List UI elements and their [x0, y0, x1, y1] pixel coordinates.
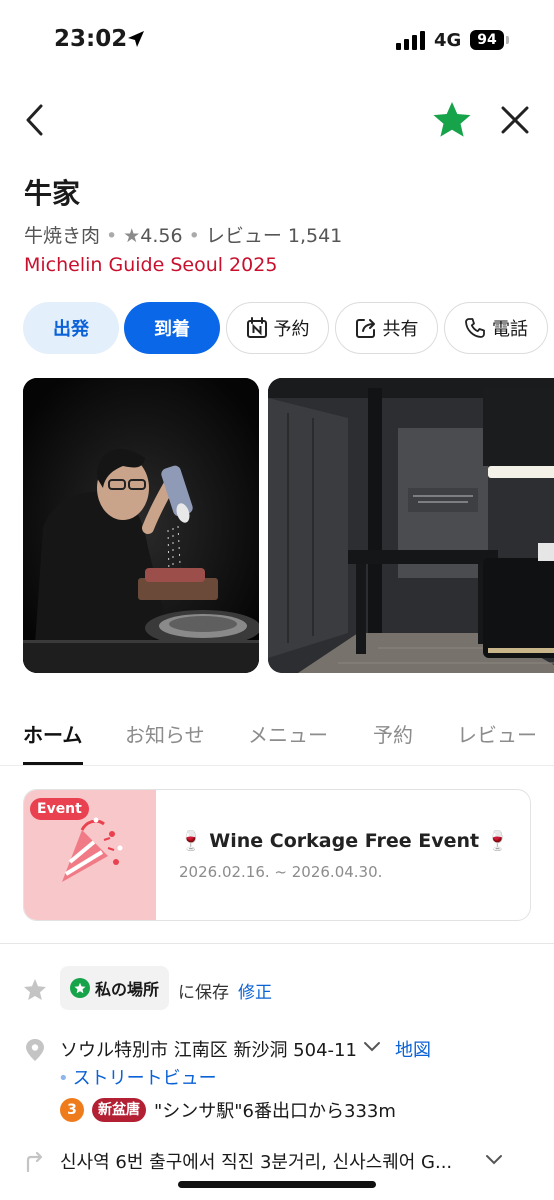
arrive-label: 到着 [154, 319, 190, 340]
tab-reservation[interactable]: 予約 [373, 719, 413, 748]
rating-star-icon: ★ [123, 225, 141, 247]
event-badge: Event [30, 798, 89, 820]
tab-reviews[interactable]: レビュー [457, 719, 537, 748]
back-chevron-icon[interactable] [20, 102, 52, 138]
star-outline-icon [24, 979, 46, 1000]
map-link[interactable]: 地図 [395, 1036, 431, 1062]
my-place-chip[interactable]: 私の場所 [60, 966, 170, 1010]
saved-list-row: 私の場所 に保存 修正 [0, 966, 554, 1012]
reviews-label[interactable]: レビュー [206, 225, 282, 247]
directions-text[interactable]: 신사역 6번 출구에서 직진 3분거리, 신사스퀘어 G... [60, 1148, 452, 1174]
subway-line-badge: 3 [60, 1098, 84, 1122]
location-pin-icon [26, 1039, 44, 1061]
address-text[interactable]: ソウル特別市 江南区 新沙洞 504-11 [60, 1036, 357, 1062]
active-tab-indicator [23, 762, 83, 765]
place-meta: 牛焼き肉 • ★4.56 • レビュー 1,541 [24, 225, 343, 247]
tab-bar: ホーム お知らせ メニュー 予約 レビュー [0, 716, 554, 766]
edit-link[interactable]: 修正 [238, 978, 272, 1003]
depart-button[interactable]: 出発 [23, 302, 119, 354]
reserve-label: 予約 [273, 319, 310, 340]
network-type: 4G [434, 30, 462, 51]
tab-menu[interactable]: メニュー [248, 719, 328, 748]
depart-label: 出発 [53, 319, 89, 340]
saved-text: に保存 [178, 983, 229, 1003]
subway-line-name-badge: 新盆唐 [92, 1098, 146, 1122]
call-label: 電話 [492, 319, 528, 340]
calendar-icon [246, 317, 267, 338]
battery-icon: 94 [470, 30, 504, 50]
event-card[interactable]: Event 🍷 Wine Corkage Free Event 🍷 2026.0… [23, 789, 531, 921]
photo-restaurant-interior[interactable] [268, 378, 554, 673]
tab-home[interactable]: ホーム [23, 719, 82, 748]
place-category: 牛焼き肉 [24, 225, 101, 247]
cellular-signal-icon [396, 31, 425, 50]
status-time: 23:02 [54, 26, 128, 52]
street-view-link[interactable]: • ストリートビュー [58, 1064, 217, 1090]
event-dates: 2026.02.16. ~ 2026.04.30. [179, 863, 383, 881]
chevron-down-icon[interactable] [484, 1153, 504, 1167]
station-distance: "シンサ駅"6番出口から333m [154, 1101, 396, 1122]
location-arrow-icon [128, 31, 144, 47]
street-view-label: ストリートビュー [72, 1068, 217, 1089]
tab-news[interactable]: お知らせ [125, 719, 205, 748]
place-rating: 4.56 [140, 225, 183, 247]
share-icon [355, 319, 375, 338]
place-name: 牛家 [24, 177, 81, 210]
reviews-count[interactable]: 1,541 [288, 225, 342, 247]
arrive-button[interactable]: 到着 [124, 302, 220, 354]
photo-chef-grilling[interactable] [23, 378, 259, 673]
station-row: 3 新盆唐 "シンサ駅"6番出口から333m [60, 1098, 396, 1122]
event-image: Event [24, 790, 156, 920]
michelin-award[interactable]: Michelin Guide Seoul 2025 [24, 254, 277, 276]
event-title: 🍷 Wine Corkage Free Event 🍷 [179, 830, 510, 852]
phone-icon [465, 318, 485, 338]
reserve-button[interactable]: 予約 [226, 302, 329, 354]
my-place-label: 私の場所 [95, 980, 160, 999]
close-icon[interactable] [499, 104, 531, 136]
call-button[interactable]: 電話 [444, 302, 548, 354]
status-bar: 23:02 4G 94 [0, 0, 554, 84]
green-star-badge-icon [70, 978, 90, 998]
favorite-star-icon[interactable] [432, 101, 472, 139]
section-divider [0, 943, 554, 944]
bullet-dot: • [58, 1068, 69, 1089]
share-button[interactable]: 共有 [335, 302, 438, 354]
chevron-down-icon[interactable] [362, 1040, 382, 1054]
home-indicator [178, 1181, 376, 1188]
share-label: 共有 [382, 319, 419, 340]
battery-tip [506, 36, 509, 44]
directions-turn-icon [26, 1151, 43, 1172]
